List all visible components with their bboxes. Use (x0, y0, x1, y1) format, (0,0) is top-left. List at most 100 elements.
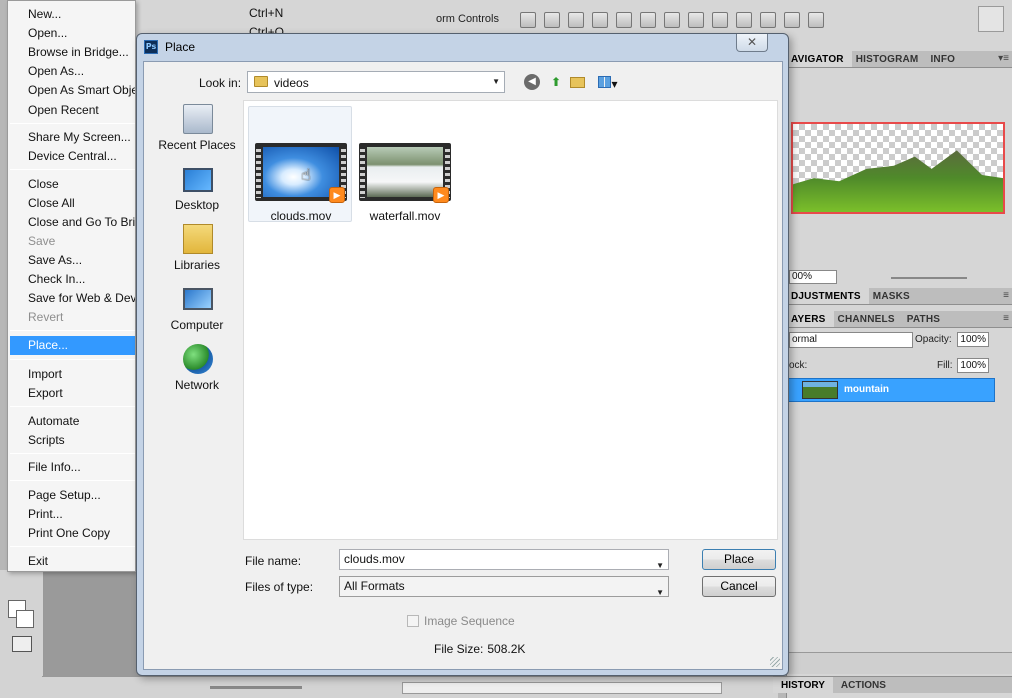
menu-item-browse-in-bridge[interactable]: Browse in Bridge... (10, 43, 135, 62)
chevron-down-icon[interactable]: ▼ (656, 556, 664, 575)
menu-item-new[interactable]: New... (10, 5, 135, 24)
menu-item-automate[interactable]: Automate (10, 412, 135, 431)
menu-item-export[interactable]: Export (10, 384, 135, 403)
distribute-right-icon[interactable] (784, 12, 800, 28)
tab-histogram[interactable]: HISTOGRAM (852, 51, 927, 67)
tab-navigator[interactable]: AVIGATOR (787, 51, 852, 67)
file-name-field[interactable]: clouds.mov ▼ (339, 549, 669, 570)
tab-history[interactable]: HISTORY (773, 677, 833, 693)
align-bottom-icon[interactable] (568, 12, 584, 28)
dialog-titlebar[interactable]: Ps Place ✕ (137, 34, 788, 60)
navigator-panel-header: AVIGATOR HISTOGRAM INFO ▾≡ (787, 51, 1012, 68)
distribute-hcenter-icon[interactable] (760, 12, 776, 28)
file-name-label: File name: (245, 554, 302, 568)
menu-item-save-as[interactable]: Save As... (10, 251, 135, 270)
menu-item-close-and-go-to-bridge[interactable]: Close and Go To Bridge... (10, 213, 135, 232)
align-hcenter-icon[interactable] (616, 12, 632, 28)
up-folder-icon[interactable]: ⬆ (547, 73, 565, 91)
close-button[interactable]: ✕ (736, 34, 768, 52)
menu-separator (10, 406, 135, 407)
chevron-down-icon: ▼ (656, 588, 664, 597)
menu-item-share-my-screen[interactable]: Share My Screen... (10, 128, 135, 147)
menu-item-close[interactable]: Close (10, 175, 135, 194)
zoom-slider[interactable] (891, 277, 967, 279)
menu-item-exit[interactable]: Exit (10, 552, 135, 571)
align-vcenter-icon[interactable] (544, 12, 560, 28)
navigator-preview[interactable] (791, 122, 1005, 214)
back-icon[interactable]: ◀ (524, 74, 540, 90)
distribute-top-icon[interactable] (664, 12, 680, 28)
file-item-clouds[interactable]: ▶ ☝ clouds.mov (248, 106, 352, 223)
tab-actions[interactable]: ACTIONS (833, 677, 894, 693)
cancel-button[interactable]: Cancel (702, 576, 776, 597)
panel-menu-icon[interactable]: ▾≡ (998, 53, 1009, 64)
place-button[interactable]: Place (702, 549, 776, 570)
timeline-zoom-slider[interactable] (210, 686, 302, 689)
resize-grip[interactable] (770, 657, 780, 667)
animation-timeline (42, 676, 778, 698)
tab-channels[interactable]: CHANNELS (834, 311, 903, 327)
menu-item-check-in[interactable]: Check In... (10, 270, 135, 289)
menu-separator (10, 330, 135, 331)
layer-row[interactable]: mountain (787, 378, 995, 402)
new-folder-icon[interactable] (570, 73, 588, 91)
align-left-icon[interactable] (592, 12, 608, 28)
menu-item-open-as[interactable]: Open As... (10, 62, 135, 81)
panel-menu-icon[interactable]: ≡ (1003, 313, 1009, 324)
tab-info[interactable]: INFO (926, 51, 963, 67)
place-libraries[interactable]: Libraries (152, 220, 242, 276)
align-distribute-icons (520, 12, 824, 28)
menu-item-close-all[interactable]: Close All (10, 194, 135, 213)
auto-align-icon[interactable] (808, 12, 824, 28)
distribute-bottom-icon[interactable] (712, 12, 728, 28)
menu-item-page-setup[interactable]: Page Setup... (10, 486, 135, 505)
network-icon (183, 344, 213, 374)
layer-name: mountain (844, 384, 889, 395)
blend-mode-select[interactable]: ormal (789, 332, 913, 348)
align-right-icon[interactable] (640, 12, 656, 28)
menu-item-device-central[interactable]: Device Central... (10, 147, 135, 166)
tab-paths[interactable]: PATHS (903, 311, 948, 327)
align-top-icon[interactable] (520, 12, 536, 28)
distribute-vcenter-icon[interactable] (688, 12, 704, 28)
zoom-field[interactable]: 00% (789, 270, 837, 284)
place-network[interactable]: Network (152, 340, 242, 396)
chevron-down-icon: ▼ (492, 77, 500, 86)
place-computer[interactable]: Computer (152, 280, 242, 336)
distribute-left-icon[interactable] (736, 12, 752, 28)
panel-menu-icon[interactable]: ≡ (1003, 290, 1009, 301)
play-icon: ▶ (433, 187, 449, 203)
folder-icon (254, 76, 268, 87)
menu-item-save-for-web[interactable]: Save for Web & Devices... (10, 289, 135, 308)
tab-masks[interactable]: MASKS (869, 288, 918, 304)
menu-item-file-info[interactable]: File Info... (10, 458, 135, 477)
menu-item-print-one-copy[interactable]: Print One Copy (10, 524, 135, 543)
files-of-type-select[interactable]: All Formats ▼ (339, 576, 669, 597)
opacity-field[interactable]: 100% (957, 332, 989, 347)
place-label: Libraries (173, 258, 221, 272)
fill-field[interactable]: 100% (957, 358, 989, 373)
place-recent-places[interactable]: Recent Places (152, 100, 242, 156)
file-item-waterfall[interactable]: ▶ waterfall.mov (352, 106, 456, 223)
menu-item-open-as-smart-object[interactable]: Open As Smart Object... (10, 81, 135, 100)
workspace-button[interactable] (978, 6, 1004, 32)
look-in-select[interactable]: videos ▼ (247, 71, 505, 93)
place-label: Desktop (174, 198, 220, 212)
place-desktop[interactable]: Desktop (152, 160, 242, 216)
layers-panel-header: AYERS CHANNELS PATHS ≡ (787, 311, 1012, 328)
menu-item-print[interactable]: Print... (10, 505, 135, 524)
background-color-swatch[interactable] (16, 610, 34, 628)
view-menu-icon[interactable]: ▾ (595, 73, 621, 91)
menu-item-scripts[interactable]: Scripts (10, 431, 135, 450)
tab-layers[interactable]: AYERS (787, 311, 834, 327)
quick-mask-icon[interactable] (12, 636, 32, 652)
menu-item-place[interactable]: Place... (10, 336, 135, 355)
menu-item-open[interactable]: Open... (10, 24, 135, 43)
adjustments-panel-header: DJUSTMENTS MASKS ≡ (787, 288, 1012, 305)
menu-item-import[interactable]: Import (10, 365, 135, 384)
play-icon: ▶ (329, 187, 345, 203)
menu-item-open-recent[interactable]: Open Recent (10, 101, 135, 120)
timeline-track[interactable] (402, 682, 722, 694)
files-of-type-value: All Formats (344, 579, 405, 593)
tab-adjustments[interactable]: DJUSTMENTS (787, 288, 869, 304)
